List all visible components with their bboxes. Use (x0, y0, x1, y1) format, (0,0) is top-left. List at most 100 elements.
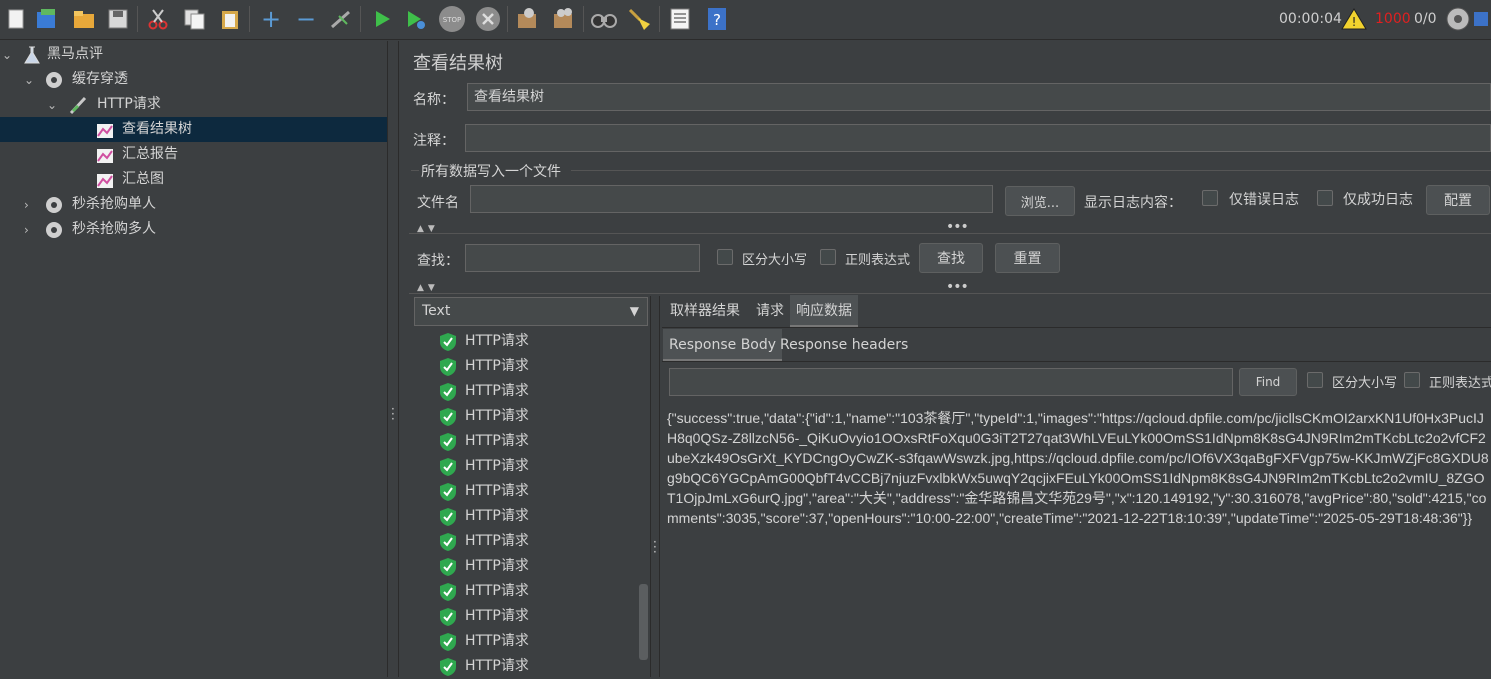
search-label: 查找： (417, 253, 459, 269)
tree-node-view-results[interactable]: 查看结果树 (0, 117, 387, 142)
chevron-down-icon[interactable]: ⌄ (2, 48, 16, 62)
tab-2[interactable]: 响应数据 (790, 295, 858, 327)
result-label: HTTP请求 (465, 358, 529, 374)
results-scrollbar[interactable] (639, 584, 648, 660)
tree-label: 秒杀抢购多人 (72, 221, 156, 237)
stop-icon[interactable]: STOP (438, 5, 466, 33)
success-shield-icon (440, 483, 456, 501)
tree-node-summary-report[interactable]: 汇总报告 (0, 142, 387, 167)
regex-label: 正则表达式 (845, 253, 911, 268)
subtab-1[interactable]: Response headers (774, 329, 914, 361)
log-toggle-icon[interactable] (1470, 5, 1490, 33)
tree-label: 汇总图 (122, 171, 164, 187)
chevron-down-icon[interactable]: ⌄ (24, 73, 38, 87)
configure-button[interactable]: 配置 (1426, 185, 1490, 215)
chevron-down-icon[interactable]: ⌄ (47, 98, 61, 112)
cut-icon[interactable] (144, 5, 172, 33)
result-label: HTTP请求 (465, 508, 529, 524)
result-label: HTTP请求 (465, 608, 529, 624)
name-field[interactable]: 查看结果树 (467, 83, 1491, 111)
errors-only-checkbox[interactable] (1202, 190, 1218, 206)
results-splitter[interactable]: · · · (650, 296, 660, 677)
log-content-label: 显示日志内容： (1084, 195, 1182, 211)
regex-checkbox[interactable] (820, 249, 836, 265)
warning-icon[interactable]: ! (1340, 5, 1368, 33)
response-regex-checkbox[interactable] (1404, 372, 1420, 388)
response-search-field[interactable] (669, 368, 1233, 396)
collapse-icon[interactable]: − (292, 5, 320, 33)
errors-only-label: 仅错误日志 (1229, 192, 1299, 208)
success-only-label: 仅成功日志 (1343, 192, 1413, 208)
collapse-arrows[interactable]: ▲▼ (417, 283, 439, 293)
subtab-0[interactable]: Response Body (663, 329, 783, 361)
start-icon[interactable] (368, 5, 396, 33)
main-splitter[interactable]: · · · (387, 41, 399, 677)
browse-button[interactable]: 浏览... (1005, 186, 1075, 216)
pipette-icon (69, 96, 87, 115)
tab-0[interactable]: 取样器结果 (664, 295, 746, 327)
tree-node-group3[interactable]: › 秒杀抢购多人 (0, 217, 387, 242)
tree-node-sampler[interactable]: ⌄ HTTP请求 (0, 92, 387, 117)
response-find-button[interactable]: Find (1239, 368, 1297, 396)
chevron-right-icon[interactable]: › (24, 223, 38, 237)
copy-icon[interactable] (181, 5, 209, 33)
expand-icon[interactable]: + (257, 5, 285, 33)
success-shield-icon (440, 458, 456, 476)
warning-count: 1000 (1375, 11, 1411, 27)
success-shield-icon (440, 633, 456, 651)
success-only-checkbox[interactable] (1317, 190, 1333, 206)
tree-label: 汇总报告 (122, 146, 178, 162)
clear-icon[interactable] (514, 5, 542, 33)
response-body-text[interactable]: {"success":true,"data":{"id":1,"name":"1… (667, 408, 1489, 528)
toggle-icon[interactable] (327, 5, 355, 33)
search-field[interactable] (465, 244, 700, 272)
tab-1[interactable]: 请求 (750, 295, 790, 327)
tree-node-group1[interactable]: ⌄ 缓存穿透 (0, 67, 387, 92)
success-shield-icon (440, 358, 456, 376)
tree-node-root[interactable]: ⌄ 黑马点评 (0, 42, 387, 67)
splitter-handle[interactable]: ••• (946, 279, 969, 295)
search-icon[interactable] (590, 5, 618, 33)
paste-icon[interactable] (216, 5, 244, 33)
comment-field[interactable] (465, 124, 1491, 152)
save-icon[interactable] (104, 5, 132, 33)
comment-label: 注释： (413, 133, 455, 149)
svg-text:STOP: STOP (443, 16, 461, 24)
chevron-down-icon: ▼ (629, 304, 639, 318)
function-helper-icon[interactable] (666, 5, 694, 33)
result-label: HTTP请求 (465, 633, 529, 649)
renderer-select[interactable]: Text ▼ (414, 297, 648, 326)
file-section-label: 所有数据写入一个文件 (421, 164, 561, 180)
name-label: 名称： (413, 92, 455, 108)
splitter-handle[interactable]: ••• (946, 219, 969, 235)
shutdown-icon[interactable] (474, 5, 502, 33)
result-label: HTTP请求 (465, 333, 529, 349)
gear-icon (46, 197, 62, 213)
result-label: HTTP请求 (465, 408, 529, 424)
clear-all-icon[interactable] (550, 5, 578, 33)
response-regex-label: 正则表达式 (1429, 376, 1491, 391)
collapse-arrows[interactable]: ▲▼ (417, 224, 439, 234)
success-shield-icon (440, 558, 456, 576)
templates-icon[interactable] (33, 5, 61, 33)
success-shield-icon (440, 583, 456, 601)
reset-search-icon[interactable] (625, 5, 653, 33)
chevron-right-icon[interactable]: › (24, 198, 38, 212)
new-icon[interactable] (2, 5, 30, 33)
response-case-checkbox[interactable] (1307, 372, 1323, 388)
renderer-value: Text (422, 303, 451, 319)
tree-label: 缓存穿透 (72, 71, 128, 87)
case-sensitive-checkbox[interactable] (717, 249, 733, 265)
panel-title: 查看结果树 (413, 53, 503, 74)
open-icon[interactable] (70, 5, 98, 33)
tree-label: 查看结果树 (122, 121, 192, 137)
reset-button[interactable]: 重置 (995, 243, 1060, 273)
tree-node-summary-graph[interactable]: 汇总图 (0, 167, 387, 192)
svg-text:!: ! (1352, 15, 1357, 29)
tree-node-group2[interactable]: › 秒杀抢购单人 (0, 192, 387, 217)
help-icon[interactable]: ? (703, 5, 731, 33)
start-no-pauses-icon[interactable] (402, 5, 430, 33)
find-button[interactable]: 查找 (919, 243, 983, 273)
thread-ratio: 0/0 (1414, 11, 1437, 27)
filename-field[interactable] (470, 185, 993, 213)
